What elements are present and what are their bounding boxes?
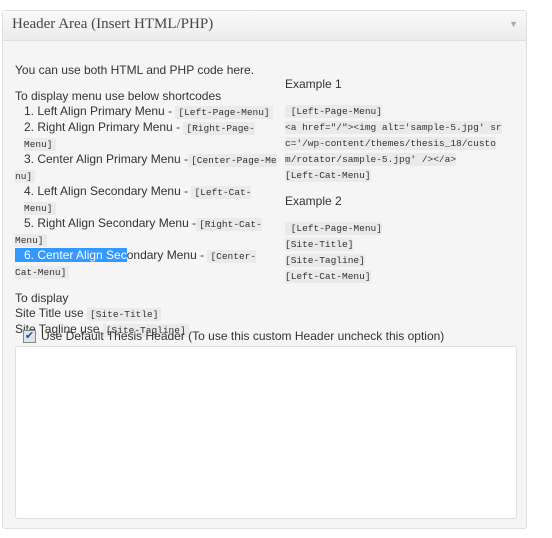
list-item: 2. Right Align Primary Menu - [Right-Pag… [24,120,255,151]
example1-code: [Left-Page-Menu] <a href="/"><img alt='s… [285,105,502,182]
use-default-header-checkbox[interactable]: ✔ [23,329,36,343]
example1-title: Example 1 [285,77,342,91]
examples-column: Example 1 [Left-Page-Menu] <a href="/"><… [285,77,525,284]
panel-header[interactable]: Header Area (Insert HTML/PHP) ▼ [3,11,526,41]
intro-text: You can use both HTML and PHP code here. [15,63,255,77]
menu-heading: To display menu use below shortcodes [15,89,222,103]
collapse-triangle-icon[interactable]: ▼ [509,19,518,29]
site-title-line: Site Title use [Site-Title] [15,306,277,322]
list-item: 3. Center Align Primary Menu - [Center-P… [15,152,277,183]
header-code-textarea[interactable] [15,346,517,519]
list-item: 6. Center Align Secondary Menu - [Center… [15,248,257,279]
selected-text: 6. Center Align Sec [15,248,127,262]
header-area-panel: Header Area (Insert HTML/PHP) ▼ You can … [2,10,527,529]
panel-title: Header Area (Insert HTML/PHP) [12,16,214,32]
use-default-header-option[interactable]: ✔ Use Default Thesis Header (To use this… [23,329,444,343]
checkbox-label: Use Default Thesis Header (To use this c… [41,329,445,343]
list-item: 1. Left Align Primary Menu - [Left-Page-… [15,104,277,120]
example2-code: [Left-Page-Menu] [Site-Title] [Site-Tagl… [285,222,382,283]
list-item: 4. Left Align Secondary Menu - [Left-Cat… [24,184,252,215]
instructions-column: You can use both HTML and PHP code here.… [15,61,277,338]
display-heading: To display [15,291,69,305]
list-item: 5. Right Align Secondary Menu - [Right-C… [15,216,262,247]
example2-title: Example 2 [285,194,342,208]
